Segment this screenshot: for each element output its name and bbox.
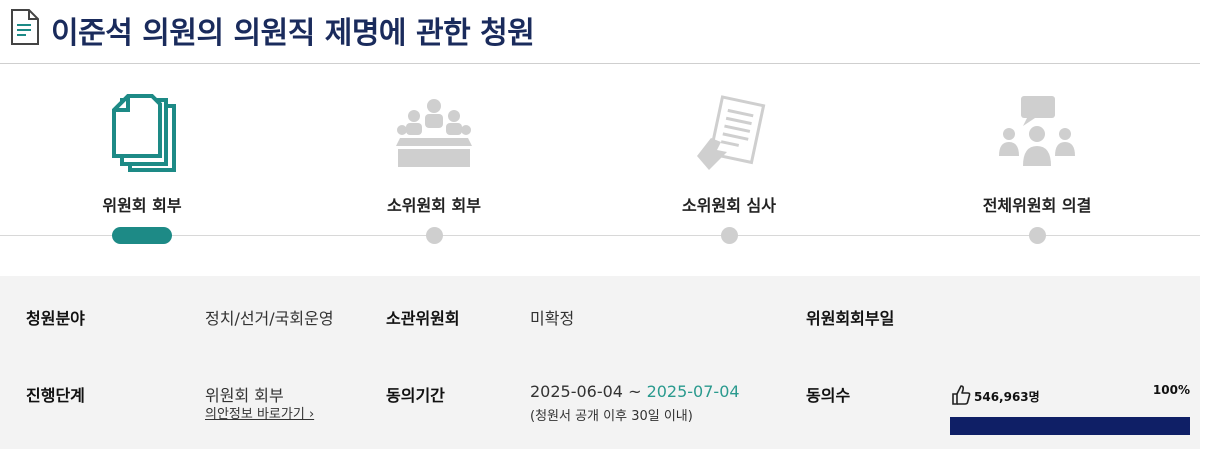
thumbs-up-icon [952, 385, 971, 405]
step-full-committee-vote: 전체위원회 의결 [927, 64, 1147, 276]
agree-label: 동의수 [806, 386, 851, 405]
discussion-icon [999, 96, 1075, 166]
referral-date-label: 위원회회부일 [806, 309, 895, 328]
bill-info-link[interactable]: 의안정보 바로가기 › [205, 403, 314, 422]
agree-progress-fill [950, 417, 1190, 435]
period-end: 2025-07-04 [646, 382, 740, 401]
period-label: 동의기간 [386, 386, 445, 405]
step-label: 전체위원회 의결 [982, 196, 1092, 215]
step-indicator-active [112, 227, 172, 244]
step-label: 소위원회 심사 [682, 196, 776, 215]
document-icon [11, 9, 39, 45]
meeting-table-icon [396, 99, 472, 167]
page-title: 이준석 의원의 의원직 제명에 관한 청원 [51, 16, 535, 51]
step-indicator [721, 227, 738, 244]
agree-count: 546,963명 [974, 390, 1040, 404]
committee-value: 미확정 [530, 309, 575, 328]
step-committee-referral: 위원회 회부 [32, 64, 252, 276]
step-label: 위원회 회부 [102, 196, 182, 215]
documents-icon [112, 94, 176, 172]
period-start: 2025-06-04 [530, 382, 623, 401]
step-indicator [426, 227, 443, 244]
progress-steps: 위원회 회부 소위원회 회부 소위원회 심사 전체위원회 의결 [0, 64, 1200, 276]
stage-label: 진행단계 [26, 386, 85, 405]
period-note: (청원서 공개 이후 30일 이내) [530, 409, 693, 424]
step-subcommittee-review: 소위원회 심사 [619, 64, 839, 276]
committee-label: 소관위원회 [386, 309, 460, 328]
step-label: 소위원회 회부 [387, 196, 481, 215]
review-document-icon [697, 95, 766, 170]
petition-info-panel: 청원분야 정치/선거/국회운영 소관위원회 미확정 위원회회부일 진행단계 위원… [0, 276, 1200, 449]
agree-percent: 100% [1152, 383, 1190, 397]
category-label: 청원분야 [26, 309, 85, 328]
period-separator: ~ [622, 382, 647, 401]
step-indicator [1029, 227, 1046, 244]
period-value: 2025-06-04 ~ 2025-07-04 [530, 382, 740, 401]
category-value: 정치/선거/국회운영 [205, 309, 334, 328]
page-header: 이준석 의원의 의원직 제명에 관한 청원 [0, 0, 1200, 64]
step-subcommittee-referral: 소위원회 회부 [324, 64, 544, 276]
agree-progress-bar [950, 417, 1190, 435]
